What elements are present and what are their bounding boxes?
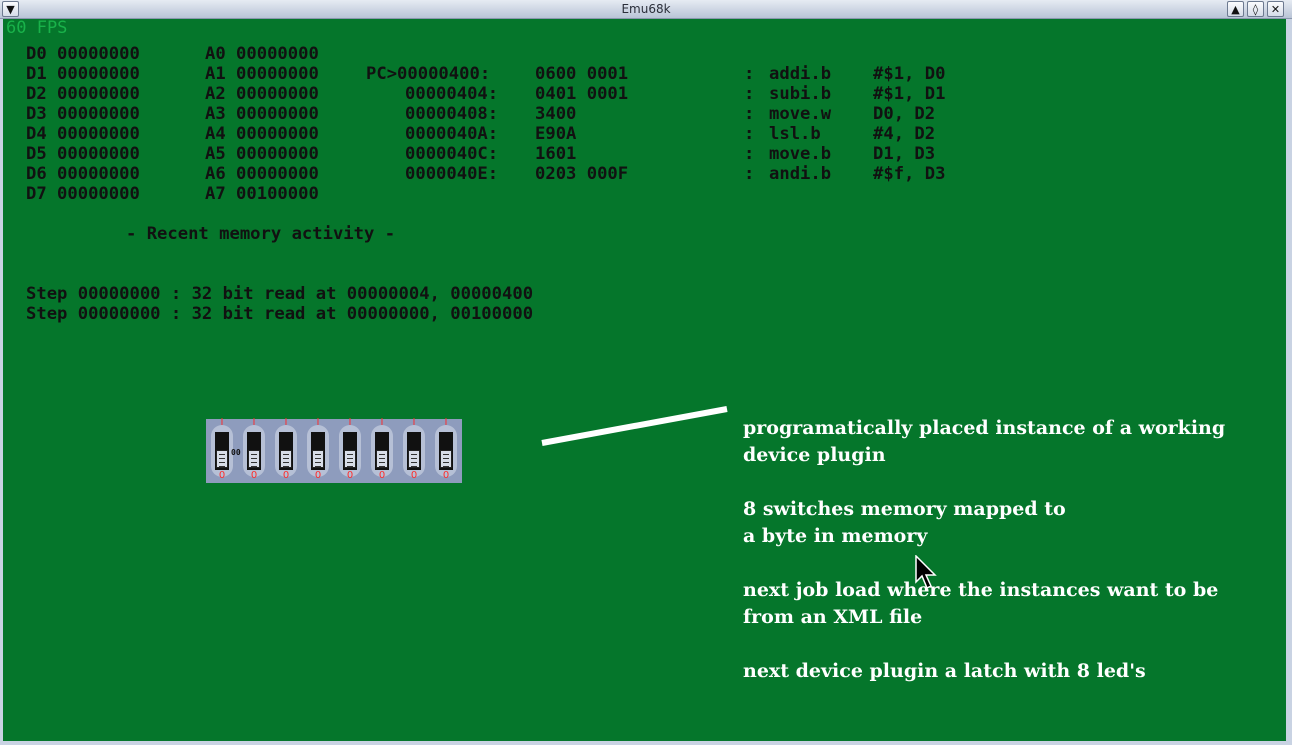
annotation-line [541,406,728,446]
note-text: next device plugin a latch with 8 led's [743,660,1146,682]
close-button[interactable]: ✕ [1267,1,1284,17]
note-text: device plugin [743,444,886,466]
note-text: from an XML file [743,606,923,628]
note-text: next job load where the instances want t… [743,579,1219,601]
mouse-cursor-icon [915,555,937,590]
note-text: programatically placed instance of a wor… [743,417,1226,439]
note-text: 8 switches memory mapped to [743,498,1066,520]
note-text: a byte in memory [743,525,928,547]
shade-button[interactable]: ▲ [1227,1,1244,17]
window-border-bottom [0,741,1292,745]
window-title: Emu68k [621,2,671,16]
window-titlebar[interactable]: ▼ Emu68k ▲ ◊ ✕ [0,0,1292,19]
window-border-right [1286,19,1292,745]
emulator-screen[interactable]: 60 FPS D0 00000000 A0 00000000 D1 000000… [3,19,1286,741]
maximize-button[interactable]: ◊ [1247,1,1264,17]
